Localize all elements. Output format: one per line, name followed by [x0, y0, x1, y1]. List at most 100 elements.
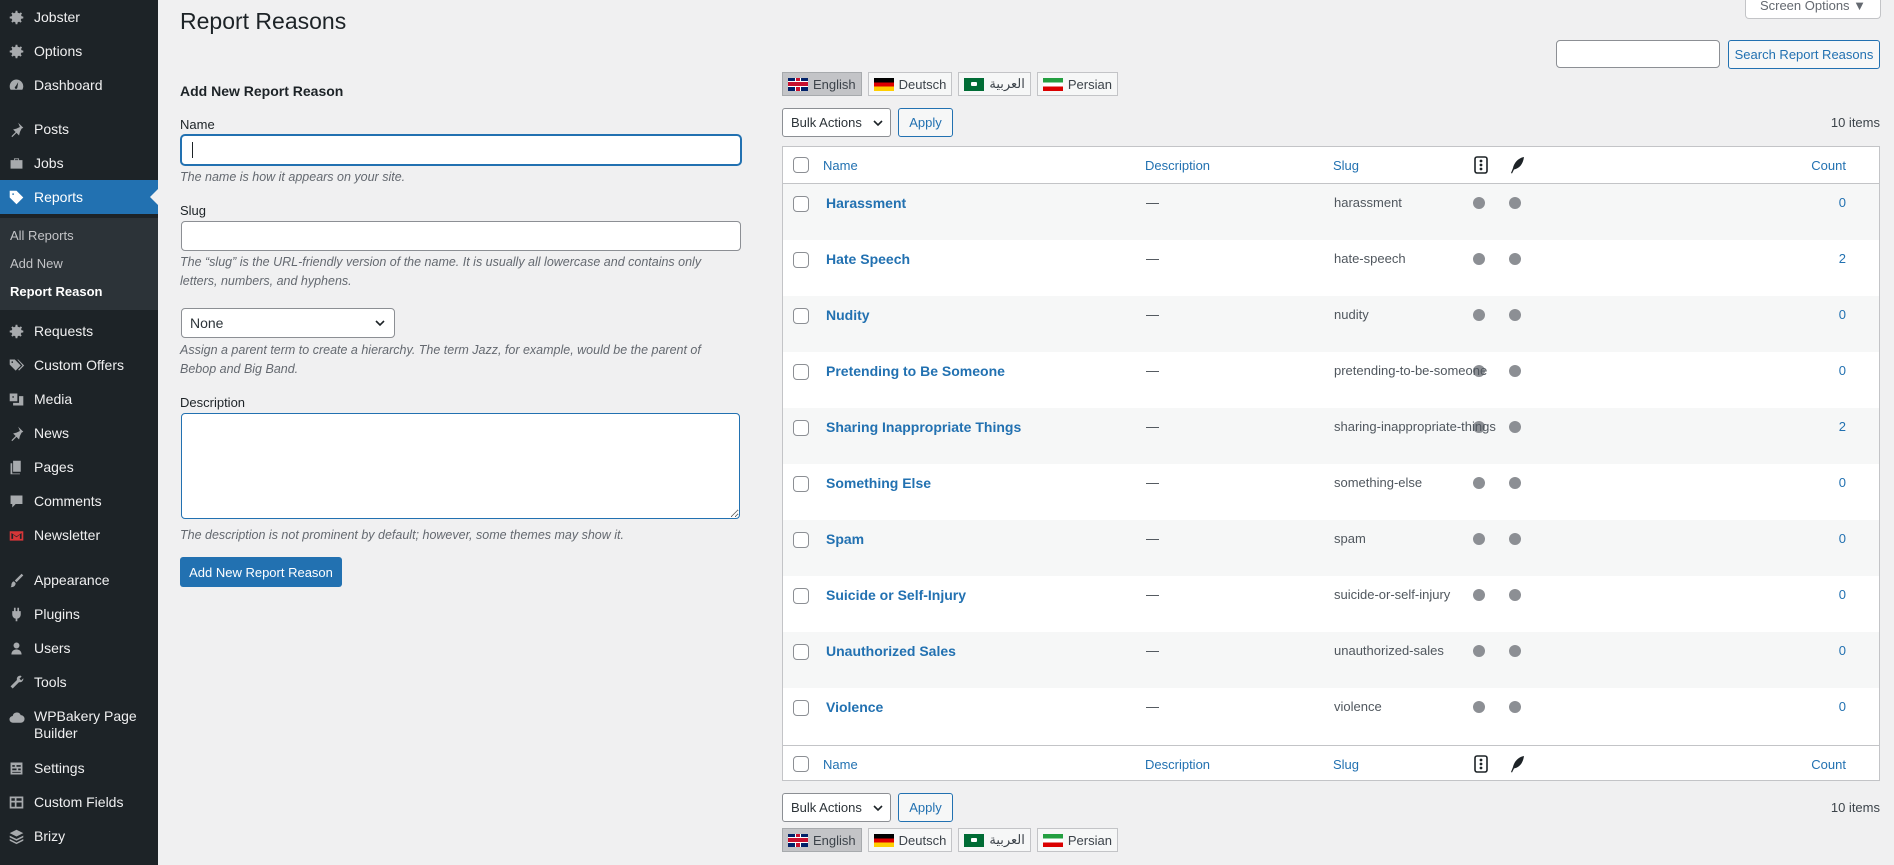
bulk-actions-select-bottom[interactable]: Bulk Actions	[782, 793, 891, 822]
term-count-link[interactable]: 0	[1839, 195, 1846, 210]
column-name[interactable]: Name	[823, 158, 858, 173]
term-name-link[interactable]: Violence	[826, 699, 883, 715]
menu-users[interactable]: Users	[0, 631, 158, 665]
menu-newsletter[interactable]: Newsletter	[0, 518, 158, 552]
column-name-footer[interactable]: Name	[823, 757, 858, 772]
row-checkbox[interactable]	[793, 364, 809, 380]
menu-custom-fields[interactable]: Custom Fields	[0, 785, 158, 819]
term-count-link[interactable]: 0	[1839, 307, 1846, 322]
parent-select[interactable]: None	[181, 308, 395, 338]
edit-status-dot[interactable]	[1509, 533, 1521, 545]
screen-options-button[interactable]: Screen Options ▼	[1745, 0, 1881, 19]
submenu-add-new[interactable]: Add New	[10, 256, 63, 271]
term-count-link[interactable]: 2	[1839, 251, 1846, 266]
term-count-link[interactable]: 0	[1839, 699, 1846, 714]
row-checkbox[interactable]	[793, 700, 809, 716]
select-all-checkbox-footer[interactable]	[793, 756, 809, 772]
edit-status-dot[interactable]	[1509, 645, 1521, 657]
menu-comments[interactable]: Comments	[0, 484, 158, 518]
translation-status-dot[interactable]	[1473, 645, 1485, 657]
edit-status-dot[interactable]	[1509, 309, 1521, 321]
menu-requests[interactable]: Requests	[0, 314, 158, 348]
menu-wpbakery[interactable]: WPBakery Page Builder	[0, 700, 158, 744]
translation-status-dot[interactable]	[1473, 309, 1485, 321]
menu-posts[interactable]: Posts	[0, 112, 158, 146]
row-checkbox[interactable]	[793, 420, 809, 436]
term-name-link[interactable]: Sharing Inappropriate Things	[826, 419, 1021, 435]
column-count[interactable]: Count	[1811, 158, 1846, 173]
submenu-report-reason[interactable]: Report Reason	[10, 284, 102, 299]
column-slug[interactable]: Slug	[1333, 158, 1359, 173]
row-checkbox[interactable]	[793, 308, 809, 324]
menu-plugins[interactable]: Plugins	[0, 597, 158, 631]
column-description-footer[interactable]: Description	[1145, 757, 1210, 772]
menu-custom-offers[interactable]: Custom Offers	[0, 348, 158, 382]
term-count-link[interactable]: 0	[1839, 531, 1846, 546]
edit-status-dot[interactable]	[1509, 365, 1521, 377]
menu-settings[interactable]: Settings	[0, 751, 158, 785]
term-name-link[interactable]: Hate Speech	[826, 251, 910, 267]
menu-options[interactable]: Options	[0, 34, 158, 68]
lang-english[interactable]: English	[782, 72, 862, 96]
term-count-link[interactable]: 0	[1839, 587, 1846, 602]
slug-field[interactable]	[181, 221, 741, 251]
name-field[interactable]	[181, 135, 741, 165]
lang-persian[interactable]: Persian	[1036, 72, 1118, 96]
translation-status-dot[interactable]	[1473, 253, 1485, 265]
translation-status-dot[interactable]	[1473, 197, 1485, 209]
search-input[interactable]	[1556, 40, 1720, 68]
lang-english[interactable]: English	[782, 828, 862, 852]
term-name-link[interactable]: Spam	[826, 531, 864, 547]
menu-jobs[interactable]: Jobs	[0, 146, 158, 180]
translation-status-dot[interactable]	[1473, 477, 1485, 489]
term-name-link[interactable]: Suicide or Self-Injury	[826, 587, 966, 603]
term-name-link[interactable]: Harassment	[826, 195, 906, 211]
apply-button[interactable]: Apply	[898, 108, 953, 137]
term-name-link[interactable]: Pretending to Be Someone	[826, 363, 1005, 379]
menu-dashboard[interactable]: Dashboard	[0, 68, 158, 102]
term-name-link[interactable]: Nudity	[826, 307, 870, 323]
edit-status-dot[interactable]	[1509, 421, 1521, 433]
term-name-link[interactable]: Something Else	[826, 475, 931, 491]
menu-appearance[interactable]: Appearance	[0, 563, 158, 597]
menu-jobster[interactable]: Jobster	[0, 0, 158, 34]
row-checkbox[interactable]	[793, 588, 809, 604]
term-count-link[interactable]: 0	[1839, 475, 1846, 490]
translation-status-dot[interactable]	[1473, 701, 1485, 713]
edit-status-dot[interactable]	[1509, 477, 1521, 489]
edit-status-dot[interactable]	[1509, 701, 1521, 713]
description-textarea[interactable]	[181, 413, 740, 519]
column-description[interactable]: Description	[1145, 158, 1210, 173]
search-button[interactable]: Search Report Reasons	[1728, 40, 1880, 69]
translation-status-dot[interactable]	[1473, 589, 1485, 601]
term-count-link[interactable]: 0	[1839, 363, 1846, 378]
term-count-link[interactable]: 2	[1839, 419, 1846, 434]
lang-deutsch[interactable]: Deutsch	[867, 828, 953, 852]
term-count-link[interactable]: 0	[1839, 643, 1846, 658]
add-new-button[interactable]: Add New Report Reason	[180, 557, 342, 587]
submenu-all-reports[interactable]: All Reports	[10, 228, 74, 243]
lang-persian[interactable]: Persian	[1036, 828, 1118, 852]
row-checkbox[interactable]	[793, 196, 809, 212]
bulk-actions-select[interactable]: Bulk Actions	[782, 108, 891, 137]
translation-status-dot[interactable]	[1473, 533, 1485, 545]
select-all-checkbox[interactable]	[793, 157, 809, 173]
lang-arabic[interactable]: العربية	[958, 828, 1031, 852]
edit-status-dot[interactable]	[1509, 253, 1521, 265]
row-checkbox[interactable]	[793, 644, 809, 660]
edit-status-dot[interactable]	[1509, 589, 1521, 601]
column-slug-footer[interactable]: Slug	[1333, 757, 1359, 772]
lang-arabic[interactable]: العربية	[958, 72, 1031, 96]
menu-reports[interactable]: Reports	[0, 180, 158, 214]
column-count-footer[interactable]: Count	[1811, 757, 1846, 772]
term-name-link[interactable]: Unauthorized Sales	[826, 643, 956, 659]
row-checkbox[interactable]	[793, 532, 809, 548]
menu-tools[interactable]: Tools	[0, 665, 158, 699]
row-checkbox[interactable]	[793, 476, 809, 492]
apply-button-bottom[interactable]: Apply	[898, 793, 953, 822]
menu-brizy[interactable]: Brizy	[0, 819, 158, 853]
lang-deutsch[interactable]: Deutsch	[867, 72, 953, 96]
row-checkbox[interactable]	[793, 252, 809, 268]
menu-media[interactable]: Media	[0, 382, 158, 416]
edit-status-dot[interactable]	[1509, 197, 1521, 209]
